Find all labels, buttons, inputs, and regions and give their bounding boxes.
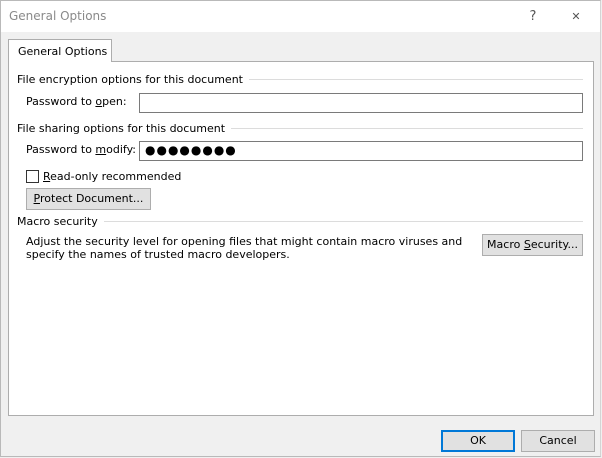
modify-password-label: Password to modify: [26,143,137,156]
encryption-heading: File encryption options for this documen… [17,73,249,86]
protect-document-button[interactable]: Protect Document... [26,188,151,210]
open-password-input[interactable] [139,93,583,113]
modify-password-input[interactable]: ●●●●●●●● [139,141,583,161]
cancel-button[interactable]: Cancel [521,430,595,452]
read-only-label[interactable]: Read-only recommended [43,170,181,183]
macro-security-button[interactable]: Macro Security... [482,234,583,256]
title-bar[interactable]: General Options ? ✕ [1,1,600,32]
close-icon[interactable]: ✕ [562,6,590,28]
tab-general-options[interactable]: General Options [8,39,112,62]
tab-general-options-label: General Options [18,45,108,58]
sharing-heading: File sharing options for this document [17,122,232,135]
window-title: General Options [9,9,107,23]
macro-description: Adjust the security level for opening fi… [26,235,463,261]
help-icon[interactable]: ? [519,6,547,28]
open-password-label: Password to open: [26,95,127,108]
ok-button[interactable]: OK [441,430,515,452]
macro-heading: Macro security [17,215,104,228]
read-only-checkbox[interactable] [26,170,39,183]
general-options-dialog: General Options ? ✕ General Options File… [0,0,601,457]
